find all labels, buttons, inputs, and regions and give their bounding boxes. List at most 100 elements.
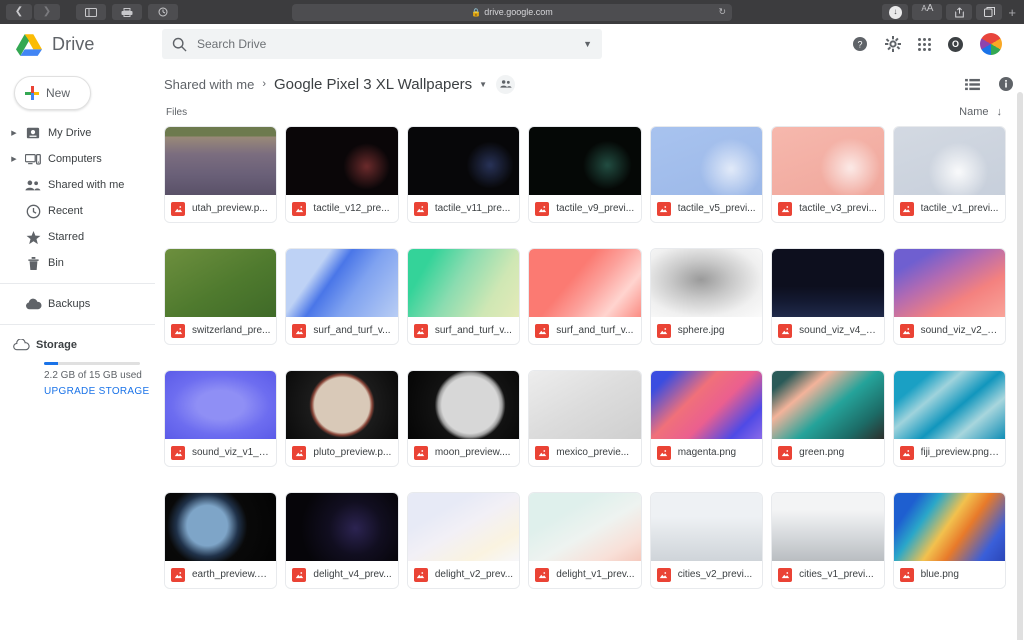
file-grid: utah_preview.p... tactile_v12_pre... tacti… — [156, 122, 1024, 640]
help-icon[interactable]: ? — [852, 36, 868, 52]
info-icon[interactable] — [998, 76, 1014, 92]
breadcrumb-current[interactable]: Google Pixel 3 XL Wallpapers — [274, 76, 472, 93]
file-card[interactable]: green.png — [771, 370, 885, 467]
chevron-down-icon[interactable]: ▼ — [479, 80, 487, 89]
scrollbar[interactable] — [1017, 64, 1023, 640]
file-card[interactable]: mexico_previe... — [528, 370, 642, 467]
file-card[interactable]: tactile_v1_previ... — [892, 126, 1006, 223]
chevron-down-icon[interactable]: ▼ — [583, 39, 592, 49]
file-thumbnail — [286, 371, 398, 439]
sidebar-item-shared-with-me[interactable]: Shared with me — [0, 172, 155, 198]
file-name: tactile_v5_previ... — [677, 203, 756, 214]
people-icon[interactable] — [496, 74, 516, 94]
list-view-icon[interactable] — [965, 78, 980, 91]
image-file-icon — [413, 567, 428, 582]
text-size-button[interactable]: A A — [912, 4, 943, 20]
file-card[interactable]: tactile_v5_previ... — [649, 126, 764, 223]
file-card-footer: tactile_v3_previ... — [772, 195, 884, 222]
file-card[interactable]: sound_viz_v2_p... — [892, 248, 1006, 345]
download-icon[interactable]: ↓ — [882, 4, 909, 20]
gear-icon[interactable] — [885, 36, 901, 52]
sidebar-item-backups[interactable]: Backups — [0, 291, 155, 317]
forward-button[interactable]: ❯ — [34, 4, 60, 20]
file-card[interactable]: earth_preview.p... — [164, 492, 278, 589]
upgrade-storage-link[interactable]: UPGRADE STORAGE — [44, 386, 149, 397]
drive-brand[interactable]: Drive — [0, 33, 155, 56]
cloud-outline-icon — [8, 339, 34, 351]
sidebar-label: My Drive — [48, 127, 92, 139]
file-card[interactable]: cities_v1_previ... — [771, 492, 885, 589]
sidebar-item-my-drive[interactable]: ▶ My Drive — [0, 120, 155, 146]
share-icon[interactable] — [946, 4, 973, 20]
search-input[interactable] — [197, 37, 584, 51]
file-thumbnail — [529, 127, 641, 195]
file-card[interactable]: pluto_preview.p... — [285, 370, 399, 467]
sidebar-item-storage[interactable]: Storage — [8, 332, 155, 358]
image-file-icon — [778, 201, 793, 216]
clock-icon[interactable] — [148, 4, 178, 20]
avatar[interactable] — [980, 33, 1002, 55]
file-name: blue.png — [920, 569, 959, 580]
breadcrumb-root[interactable]: Shared with me — [164, 77, 254, 92]
file-card[interactable]: switzerland_pre... — [164, 248, 278, 345]
file-name: delight_v4_prev... — [313, 569, 392, 580]
scrollbar-thumb[interactable] — [1017, 92, 1023, 640]
files-toolbar: Files Name ↓ — [156, 100, 1024, 122]
file-card[interactable]: moon_preview.... — [406, 370, 521, 467]
file-card[interactable]: delight_v4_prev... — [285, 492, 399, 589]
file-thumbnail — [165, 249, 277, 317]
print-icon[interactable] — [112, 4, 142, 20]
tabs-icon[interactable] — [976, 4, 1003, 20]
file-thumbnail — [407, 249, 520, 317]
file-card[interactable]: fiji_preview.png ... — [892, 370, 1006, 467]
image-file-icon — [656, 201, 671, 216]
file-name: pluto_preview.p... — [313, 447, 392, 458]
file-card-footer: surf_and_turf_v... — [286, 317, 398, 344]
trash-icon — [20, 256, 46, 271]
file-card-footer: moon_preview.... — [407, 439, 520, 466]
file-card[interactable]: tactile_v12_pre... — [285, 126, 399, 223]
file-card[interactable]: sound_viz_v1_p... — [164, 370, 278, 467]
file-card[interactable]: surf_and_turf_v... — [285, 248, 399, 345]
sidebar-item-bin[interactable]: Bin — [0, 250, 155, 276]
file-card[interactable]: tactile_v9_previ... — [528, 126, 642, 223]
image-file-icon — [656, 567, 671, 582]
search-bar[interactable]: ▼ — [162, 29, 602, 59]
new-tab-button[interactable]: + — [1008, 5, 1018, 20]
back-button[interactable]: ❮ — [6, 4, 32, 20]
file-card[interactable]: sphere.jpg — [649, 248, 764, 345]
file-thumbnail — [893, 249, 1005, 317]
sidebar-item-starred[interactable]: Starred — [0, 224, 155, 250]
file-card-footer: tactile_v1_previ... — [893, 195, 1005, 222]
account-badge[interactable]: O — [948, 36, 963, 52]
file-card[interactable]: magenta.png — [649, 370, 764, 467]
file-card[interactable]: surf_and_turf_v... — [528, 248, 642, 345]
file-card-footer: tactile_v12_pre... — [286, 195, 398, 222]
new-button[interactable]: New — [14, 76, 91, 110]
file-card[interactable]: cities_v2_previ... — [649, 492, 764, 589]
file-name: sound_viz_v1_p... — [192, 447, 271, 458]
file-card[interactable]: tactile_v11_pre... — [406, 126, 521, 223]
new-button-label: New — [46, 86, 71, 100]
plus-icon — [25, 86, 39, 100]
expand-arrow-icon[interactable]: ▶ — [8, 129, 20, 137]
file-card[interactable]: surf_and_turf_v... — [406, 248, 521, 345]
file-card[interactable]: sound_viz_v4_p... — [771, 248, 885, 345]
expand-arrow-icon[interactable]: ▶ — [8, 155, 20, 163]
file-card[interactable]: delight_v1_prev... — [528, 492, 642, 589]
sidebar-item-recent[interactable]: Recent — [0, 198, 155, 224]
file-name: sound_viz_v4_p... — [799, 325, 878, 336]
file-card[interactable]: delight_v2_prev... — [406, 492, 521, 589]
reload-icon[interactable]: ↻ — [718, 7, 726, 18]
file-card[interactable]: tactile_v3_previ... — [771, 126, 885, 223]
files-section-label: Files — [166, 106, 188, 118]
file-card[interactable]: utah_preview.p... — [164, 126, 278, 223]
browser-toolbar: ❮ ❯ 🔒 drive.google.com ↻ ↓ A A + — [0, 0, 1024, 24]
address-bar[interactable]: 🔒 drive.google.com ↻ — [292, 3, 732, 21]
sidebar-item-computers[interactable]: ▶ Computers — [0, 146, 155, 172]
sidebar-toggle-icon[interactable] — [76, 4, 106, 20]
apps-grid-icon[interactable] — [918, 37, 931, 51]
sort-direction-icon[interactable]: ↓ — [997, 106, 1003, 118]
file-card[interactable]: blue.png — [892, 492, 1006, 589]
sort-control[interactable]: Name ↓ — [959, 106, 1002, 118]
